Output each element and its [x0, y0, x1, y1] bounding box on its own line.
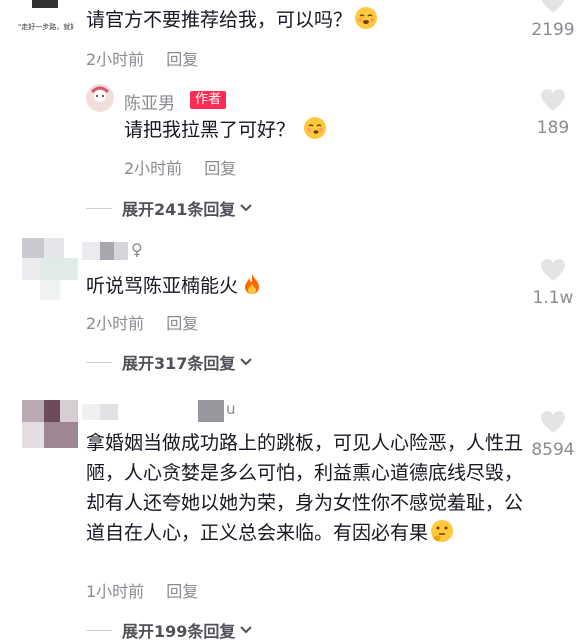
author-name[interactable]: 陈亚男 [124, 89, 175, 114]
chevron-down-icon [240, 204, 253, 212]
comment-time: 1小时前 [86, 582, 145, 601]
reply-meta: 2小时前 回复 [124, 155, 236, 179]
like-button[interactable]: 2199 [527, 0, 579, 40]
like-button[interactable]: 189 [527, 88, 579, 138]
author-badge: 作者 [190, 91, 227, 109]
reply-button[interactable]: 回复 [166, 582, 198, 601]
reply-text: 请把我拉黑了可好？ [124, 116, 327, 144]
female-icon: ♀ [131, 240, 143, 259]
like-count: 1.1w [532, 288, 574, 308]
divider [86, 361, 112, 363]
comment-meta: 2小时前 回复 [86, 46, 198, 70]
comment-text: 拿婚姻当做成功路上的跳板，可见人心险恶，人性丑陋，人心贪婪是多么可怕，利益熏心道… [86, 432, 524, 544]
chevron-down-icon [240, 358, 253, 366]
avatar-caption: "走好一步路，就好" 与众面画 [18, 23, 74, 31]
reply-button[interactable]: 回复 [166, 314, 198, 333]
fire-icon [240, 272, 264, 296]
heart-icon [541, 89, 565, 111]
like-count: 189 [536, 118, 570, 138]
username-suffix[interactable]: u [226, 400, 236, 418]
like-button[interactable]: 8594 [527, 410, 579, 460]
divider [86, 207, 112, 209]
avatar[interactable] [22, 238, 78, 300]
username-redacted[interactable] [82, 242, 128, 260]
like-count: 2199 [531, 20, 575, 40]
chevron-down-icon [240, 626, 253, 634]
reply-button[interactable]: 回复 [204, 159, 236, 178]
comment-meta: 2小时前 回复 [86, 310, 198, 334]
comment-text: 请官方不要推荐给我，可以吗？ [86, 6, 378, 34]
username-redacted[interactable] [198, 400, 224, 422]
heart-icon [541, 0, 565, 13]
like-count: 8594 [531, 440, 575, 460]
heart-icon [541, 411, 565, 433]
smirk-emoji-icon [303, 116, 327, 140]
comment-time: 2小时前 [86, 50, 145, 69]
reply-button[interactable]: 回复 [166, 50, 198, 69]
username-redacted[interactable] [82, 404, 118, 420]
thinking-emoji-icon [430, 519, 454, 543]
comment-time: 2小时前 [86, 314, 145, 333]
expand-replies-button[interactable]: 展开199条回复 [86, 618, 253, 640]
comment-meta: 1小时前 回复 [86, 578, 198, 602]
wink-emoji-icon [354, 6, 378, 30]
avatar[interactable] [22, 400, 78, 448]
expand-replies-button[interactable]: 展开241条回复 [86, 196, 253, 220]
expand-replies-button[interactable]: 展开317条回复 [86, 350, 253, 374]
reply-time: 2小时前 [124, 159, 183, 178]
comment-text: 听说骂陈亚楠能火 [86, 272, 264, 300]
divider [86, 629, 112, 631]
like-button[interactable]: 1.1w [527, 258, 579, 308]
heart-icon [541, 259, 565, 281]
author-avatar[interactable] [86, 84, 114, 112]
